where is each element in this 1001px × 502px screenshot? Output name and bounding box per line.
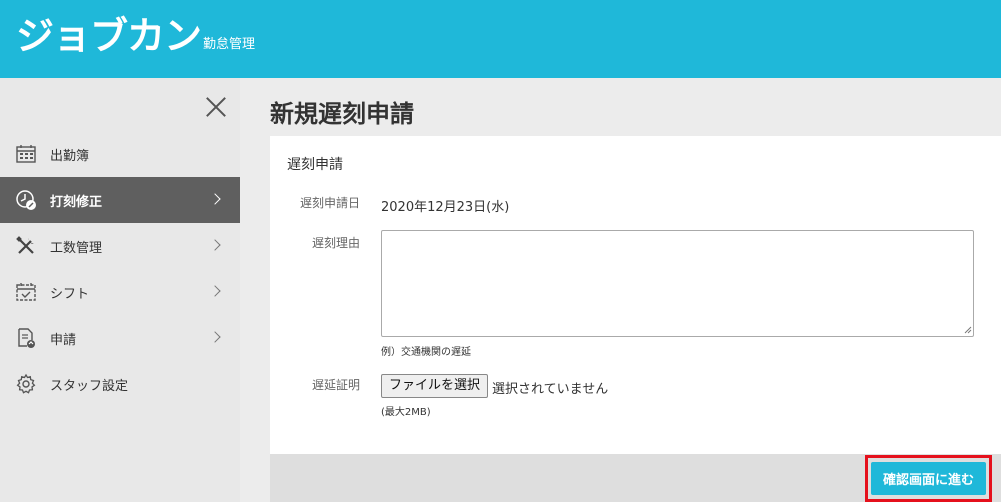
close-sidebar-icon[interactable] <box>205 96 227 118</box>
max-size-note: (最大2MB) <box>381 407 431 418</box>
date-value: 2020年12月23日(水) <box>381 200 510 215</box>
sidebar-item-clock-correction[interactable]: 打刻修正 <box>0 177 240 223</box>
sidebar-item-label: 工数管理 <box>50 240 103 256</box>
calendar-check-icon <box>15 281 37 303</box>
proof-label: 遅延証明 <box>311 378 360 392</box>
reason-textarea[interactable] <box>381 230 974 337</box>
file-status: 選択されていません <box>492 382 609 397</box>
app-logo[interactable]: ジョブカン 勤怠管理 <box>16 14 255 58</box>
sidebar-item-label: 出勤簿 <box>50 148 90 164</box>
logo-subtext: 勤怠管理 <box>203 37 256 52</box>
page-title: 新規遅刻申請 <box>270 100 414 128</box>
chevron-right-icon <box>209 193 221 205</box>
chevron-right-icon <box>209 239 221 251</box>
date-label: 遅刻申請日 <box>299 196 360 210</box>
gear-icon <box>15 373 37 395</box>
clock-edit-icon <box>15 189 37 211</box>
reason-label: 遅刻理由 <box>311 236 360 250</box>
reason-hint: 例）交通機関の遅延 <box>381 347 471 358</box>
logo-text: ジョブカン <box>16 14 202 58</box>
choose-file-button[interactable]: ファイルを選択 <box>381 374 489 398</box>
app-header: ジョブカン 勤怠管理 <box>0 0 1001 78</box>
sidebar-item-label: 申請 <box>50 332 77 348</box>
sidebar-item-attendance[interactable]: 出勤簿 <box>0 131 240 177</box>
tools-icon <box>15 235 37 257</box>
late-application-form: 遅刻申請 遅刻申請日 2020年12月23日(水) 遅刻理由 例）交通機関の遅延… <box>270 136 1001 454</box>
chevron-right-icon <box>209 285 221 297</box>
sidebar-item-label: シフト <box>50 286 90 302</box>
calendar-grid-icon <box>15 143 37 165</box>
sidebar-item-man-hours[interactable]: 工数管理 <box>0 223 240 269</box>
sidebar-item-staff-settings[interactable]: スタッフ設定 <box>0 361 240 407</box>
sidebar-item-application[interactable]: 申請 <box>0 315 240 361</box>
sidebar-item-label: 打刻修正 <box>50 194 103 210</box>
document-upload-icon <box>15 327 37 349</box>
card-title: 遅刻申請 <box>287 157 343 173</box>
resize-grip-icon[interactable] <box>964 326 972 334</box>
sidebar-item-label: スタッフ設定 <box>50 378 129 394</box>
chevron-right-icon <box>209 331 221 343</box>
confirm-button[interactable]: 確認画面に進む <box>871 462 986 495</box>
sidebar-item-shift[interactable]: シフト <box>0 269 240 315</box>
